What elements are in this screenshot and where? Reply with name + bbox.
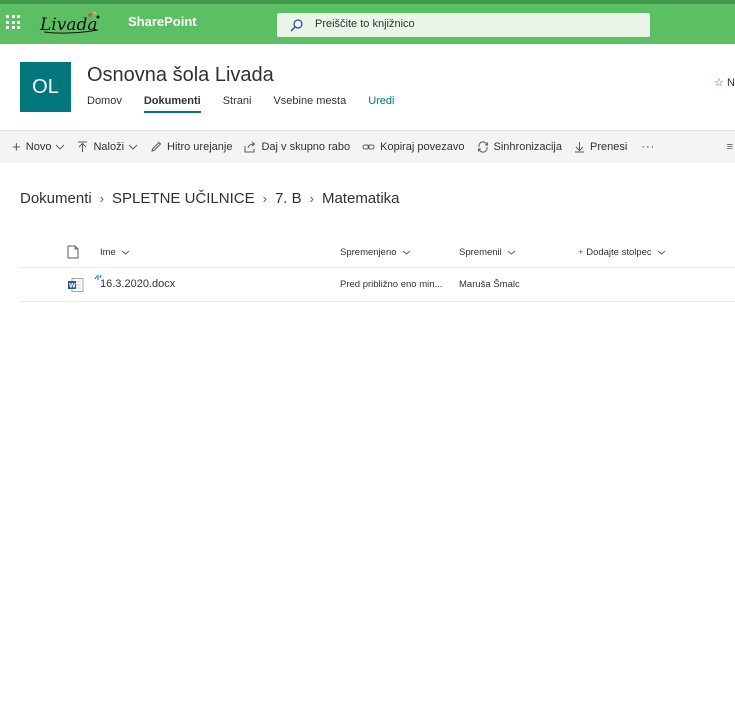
quick-edit-label: Hitro urejanje (167, 141, 233, 153)
star-icon: ☆ (714, 77, 724, 89)
view-options-icon[interactable]: ≡ (727, 141, 733, 153)
chevron-right-icon: › (309, 191, 314, 206)
breadcrumb-item[interactable]: SPLETNE UČILNICE (112, 190, 255, 207)
document-list: Ime Spremenjeno Spremenil + Dodajte stol… (20, 240, 735, 302)
nav-home[interactable]: Domov (87, 95, 122, 113)
table-row[interactable]: W 16.3.2020.docx Pred približno eno min.… (20, 268, 735, 302)
nav-pages[interactable]: Strani (223, 95, 252, 113)
search-icon (290, 19, 303, 32)
nav-documents[interactable]: Dokumenti (143, 95, 201, 113)
chevron-down-icon (128, 144, 138, 150)
command-bar: + Novo Naloži Hitro urejanje Daj v skupn… (0, 130, 735, 163)
chevron-right-icon: › (262, 191, 267, 206)
app-launcher-icon[interactable] (6, 15, 20, 29)
chevron-down-icon (658, 250, 666, 255)
upload-icon (78, 141, 88, 152)
add-column-label: Dodajte stolpec (586, 247, 652, 258)
pencil-icon (151, 141, 162, 152)
plus-icon: + (12, 138, 21, 156)
search-input[interactable] (313, 17, 637, 31)
site-title[interactable]: Osnovna šola Livada (87, 64, 274, 87)
link-icon (362, 144, 375, 150)
breadcrumb-item[interactable]: Dokumenti (20, 190, 92, 207)
suite-bar-strip (0, 0, 735, 4)
follow-button[interactable]: ☆ N (714, 76, 735, 89)
download-icon (575, 142, 584, 153)
column-modified-label: Spremenjeno (340, 247, 397, 258)
copy-link-button[interactable]: Kopiraj povezavo (356, 131, 470, 163)
chevron-down-icon (402, 250, 411, 255)
column-header-modified[interactable]: Spremenjeno (340, 247, 411, 258)
new-button[interactable]: + Novo (0, 131, 71, 163)
livada-logo[interactable]: Livada (38, 10, 104, 41)
more-options-button[interactable]: ··· (633, 141, 663, 153)
column-header-name[interactable]: Ime (100, 247, 130, 258)
sync-icon (477, 141, 488, 153)
word-file-icon: W (68, 278, 84, 292)
copy-link-label: Kopiraj povezavo (380, 141, 465, 153)
column-header-modified-by[interactable]: Spremenil (459, 247, 516, 258)
site-navigation: Domov Dokumenti Strani Vsebine mesta Ure… (87, 95, 417, 113)
chevron-down-icon (508, 250, 516, 255)
column-name-label: Ime (100, 247, 116, 258)
sync-button[interactable]: Sinhronizacija (471, 131, 568, 163)
breadcrumb-item[interactable]: 7. B (275, 190, 302, 207)
column-modified-by-label: Spremenil (459, 247, 502, 258)
breadcrumb-item-current: Matematika (321, 190, 400, 207)
chevron-down-icon (56, 144, 65, 150)
file-type-icon[interactable] (67, 245, 79, 259)
breadcrumb: Dokumenti › SPLETNE UČILNICE › 7. B › Ma… (20, 190, 400, 207)
share-icon (244, 141, 256, 153)
quick-edit-button[interactable]: Hitro urejanje (144, 131, 238, 163)
share-button[interactable]: Daj v skupno rabo (238, 131, 356, 163)
svg-text:W: W (69, 283, 76, 290)
follow-label: N (726, 77, 735, 89)
upload-button[interactable]: Naloži (71, 131, 144, 163)
list-header: Ime Spremenjeno Spremenil + Dodajte stol… (20, 240, 735, 268)
site-logo[interactable]: OL (20, 62, 71, 112)
plus-icon: + (578, 247, 584, 258)
nav-edit[interactable]: Uredi (368, 95, 394, 113)
app-title[interactable]: SharePoint (128, 14, 197, 29)
site-header: OL Osnovna šola Livada Domov Dokumenti S… (0, 44, 735, 130)
download-label: Prenesi (590, 141, 628, 153)
search-box[interactable] (277, 13, 650, 37)
modified-by[interactable]: Maruša Šmalc (459, 279, 520, 290)
nav-site-contents[interactable]: Vsebine mesta (273, 95, 346, 113)
suite-bar: Livada SharePoint (0, 0, 735, 44)
share-label: Daj v skupno rabo (261, 141, 351, 153)
modified-date: Pred približno eno min... (340, 279, 443, 290)
chevron-right-icon: › (99, 191, 105, 206)
add-column-button[interactable]: + Dodajte stolpec (578, 247, 666, 258)
new-label: Novo (25, 141, 52, 153)
sync-label: Sinhronizacija (493, 141, 562, 153)
upload-label: Naloži (93, 141, 125, 153)
download-button[interactable]: Prenesi (568, 131, 633, 163)
file-name-link[interactable]: 16.3.2020.docx (100, 278, 175, 290)
chevron-down-icon (122, 250, 130, 255)
